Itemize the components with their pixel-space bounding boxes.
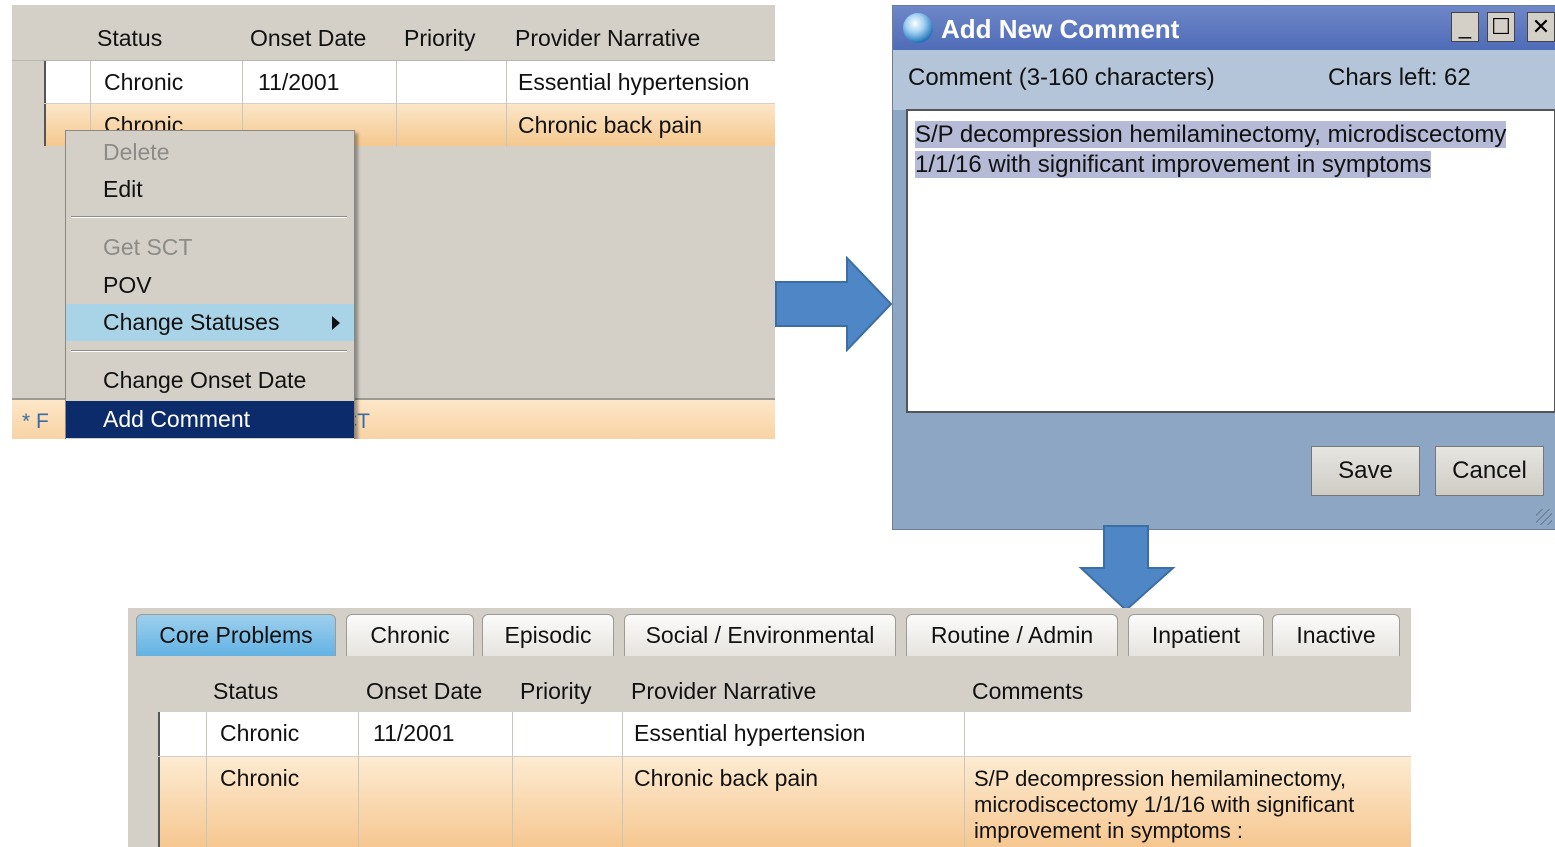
cell-narrative: Essential hypertension bbox=[634, 720, 866, 746]
cell-onset-date: 11/2001 bbox=[373, 720, 455, 746]
dialog-title-bar[interactable]: Add New Comment _ ☐ ✕ bbox=[893, 6, 1555, 50]
minimize-button[interactable]: _ bbox=[1451, 12, 1479, 42]
right-arrow-icon bbox=[775, 256, 893, 352]
menu-separator bbox=[71, 216, 347, 218]
column-header-status[interactable]: Status bbox=[97, 25, 162, 52]
chars-left-counter: Chars left: 62 bbox=[1328, 64, 1471, 91]
cell-status: Chronic bbox=[220, 720, 300, 746]
column-divider bbox=[358, 712, 359, 847]
comment-label: Comment (3-160 characters) bbox=[908, 64, 1215, 91]
menu-item-label: Edit bbox=[103, 176, 143, 202]
menu-item-get-sct[interactable]: Get SCT bbox=[66, 229, 354, 266]
column-header-comments[interactable]: Comments bbox=[972, 678, 1083, 705]
context-menu: Delete Edit Get SCT POV Change Statuses … bbox=[65, 130, 355, 439]
down-arrow-icon bbox=[1078, 525, 1176, 612]
menu-item-add-comment[interactable]: Add Comment bbox=[66, 401, 354, 438]
comment-text-line: S/P decompression hemilaminectomy, micro… bbox=[915, 121, 1507, 148]
menu-separator bbox=[71, 350, 347, 352]
column-divider bbox=[396, 61, 397, 147]
app-globe-icon bbox=[903, 13, 933, 43]
column-divider bbox=[622, 712, 623, 847]
footer-text-left: * F bbox=[22, 410, 49, 433]
table-row[interactable]: Chronic 11/2001 Essential hypertension bbox=[44, 61, 775, 103]
close-button[interactable]: ✕ bbox=[1527, 12, 1555, 42]
tab-core-problems[interactable]: Core Problems bbox=[136, 614, 336, 656]
cell-status: Chronic bbox=[220, 765, 300, 791]
submenu-arrow-icon bbox=[332, 316, 340, 330]
column-header-provider-narrative[interactable]: Provider Narrative bbox=[631, 678, 816, 705]
column-header-status[interactable]: Status bbox=[213, 678, 278, 705]
menu-item-change-statuses[interactable]: Change Statuses bbox=[66, 304, 354, 341]
column-header-provider-narrative[interactable]: Provider Narrative bbox=[515, 25, 700, 52]
tab-routine-admin[interactable]: Routine / Admin bbox=[906, 614, 1118, 656]
maximize-button[interactable]: ☐ bbox=[1487, 12, 1515, 42]
tab-episodic[interactable]: Episodic bbox=[482, 614, 614, 656]
cell-onset-date: 11/2001 bbox=[258, 69, 340, 95]
cell-narrative: Chronic back pain bbox=[518, 112, 703, 138]
column-header-onset-date[interactable]: Onset Date bbox=[366, 678, 482, 705]
column-divider bbox=[206, 712, 207, 847]
cell-narrative: Essential hypertension bbox=[518, 69, 750, 95]
column-header-priority[interactable]: Priority bbox=[520, 678, 592, 705]
tab-social-environmental[interactable]: Social / Environmental bbox=[624, 614, 896, 656]
cancel-button[interactable]: Cancel bbox=[1435, 446, 1544, 496]
tab-strip: Core Problems Chronic Episodic Social / … bbox=[128, 608, 1411, 656]
resize-grip-icon[interactable] bbox=[1536, 509, 1552, 525]
cell-comments: S/P decompression hemilaminectomy, micro… bbox=[974, 766, 1355, 843]
cell-narrative: Chronic back pain bbox=[634, 765, 819, 791]
menu-item-label: POV bbox=[103, 272, 152, 298]
column-header-priority[interactable]: Priority bbox=[404, 25, 476, 52]
save-button[interactable]: Save bbox=[1311, 446, 1420, 496]
comment-text-line: 1/1/16 with significant improvement in s… bbox=[915, 151, 1432, 178]
column-divider bbox=[512, 712, 513, 847]
menu-item-pov[interactable]: POV bbox=[66, 267, 354, 304]
table-row[interactable]: Chronic 11/2001 Essential hypertension bbox=[158, 712, 1411, 756]
menu-item-label: Add Comment bbox=[103, 406, 251, 432]
column-header-onset-date[interactable]: Onset Date bbox=[250, 25, 366, 52]
problem-list-panel-before: Status Onset Date Priority Provider Narr… bbox=[12, 5, 775, 439]
tab-chronic[interactable]: Chronic bbox=[346, 614, 474, 656]
menu-item-label: Change Statuses bbox=[103, 309, 280, 335]
dialog-title: Add New Comment bbox=[941, 14, 1180, 44]
problem-list-panel-after: Core Problems Chronic Episodic Social / … bbox=[128, 608, 1411, 847]
menu-item-label: Delete bbox=[103, 139, 170, 165]
comment-text: S/P decompression hemilaminectomy, micro… bbox=[915, 120, 1515, 180]
column-divider bbox=[964, 712, 965, 847]
menu-item-edit[interactable]: Edit bbox=[66, 171, 354, 208]
menu-item-change-onset-date[interactable]: Change Onset Date bbox=[66, 362, 354, 399]
menu-item-label: Get SCT bbox=[103, 234, 193, 260]
tab-inactive[interactable]: Inactive bbox=[1272, 614, 1400, 656]
add-comment-dialog: Add New Comment _ ☐ ✕ Comment (3-160 cha… bbox=[892, 5, 1555, 530]
tab-inpatient[interactable]: Inpatient bbox=[1128, 614, 1264, 656]
menu-item-delete[interactable]: Delete bbox=[66, 134, 354, 171]
comment-textarea[interactable]: S/P decompression hemilaminectomy, micro… bbox=[906, 109, 1555, 413]
column-divider bbox=[506, 61, 507, 147]
cell-status: Chronic bbox=[104, 69, 184, 95]
menu-item-label: Change Onset Date bbox=[103, 367, 307, 393]
